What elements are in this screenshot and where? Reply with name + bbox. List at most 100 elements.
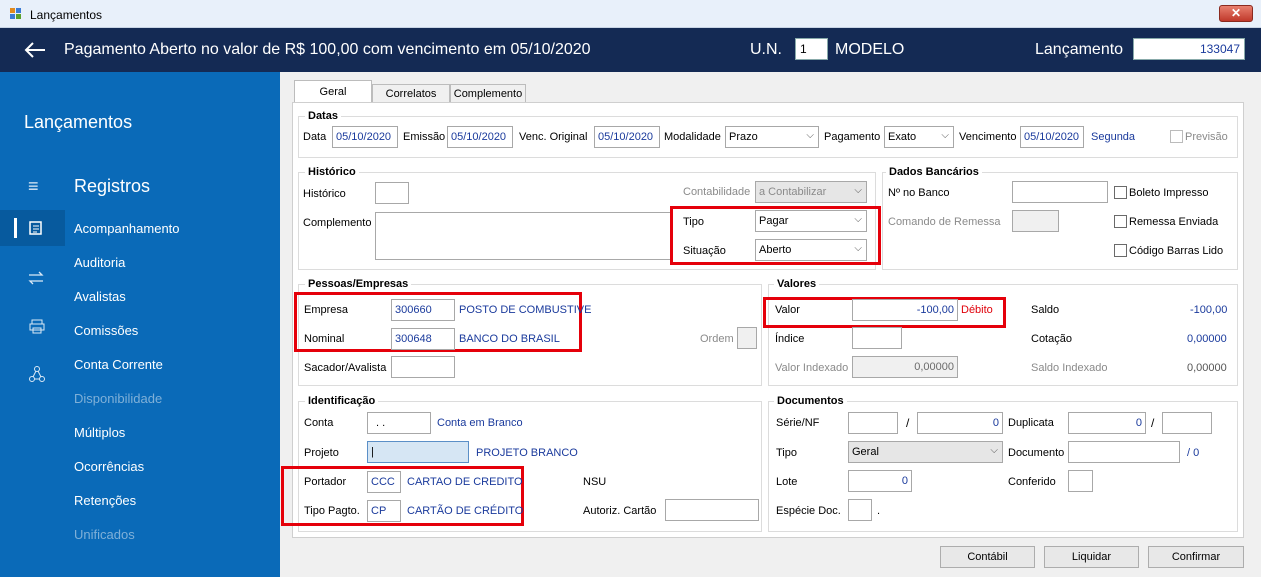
boleto-label: Boleto Impresso (1129, 187, 1209, 199)
duplicata-label: Duplicata (1008, 417, 1054, 429)
boleto-checkbox[interactable] (1114, 186, 1127, 199)
sacador-label: Sacador/Avalista (304, 362, 387, 374)
group-pessoas-title: Pessoas/Empresas (305, 278, 412, 290)
duplicata2-field[interactable] (1162, 412, 1212, 434)
valor-field[interactable]: -100,00 (852, 299, 958, 321)
ordem-field (737, 327, 757, 349)
document-icon (29, 221, 42, 235)
saldo-indexado-value: 0,00000 (1187, 362, 1227, 374)
data-field[interactable]: 05/10/2020 (332, 126, 398, 148)
comando-label: Comando de Remessa (888, 216, 1001, 228)
un-field[interactable]: 1 (795, 38, 828, 60)
valor-label: Valor (775, 304, 800, 316)
autoriz-field[interactable] (665, 499, 759, 521)
codigo-label: Código Barras Lido (1129, 245, 1224, 257)
especie-dot: . (877, 505, 881, 517)
autoriz-label: Autoriz. Cartão (583, 505, 657, 517)
tipo-value: Pagar (759, 215, 789, 227)
chevron-down-icon: ⌵ (806, 130, 814, 141)
confirmar-button[interactable]: Confirmar (1148, 546, 1244, 568)
conta-field[interactable]: . . (367, 412, 431, 434)
pagamento-value: Exato (888, 131, 917, 143)
situacao-select[interactable]: Aberto ⌵ (755, 239, 867, 261)
remessa-checkbox[interactable] (1114, 215, 1127, 228)
serie-label: Série/NF (776, 417, 820, 429)
empresa-code-field[interactable]: 300660 (391, 299, 455, 321)
group-valores-title: Valores (774, 278, 820, 290)
complemento-label: Complemento (303, 217, 372, 229)
sidebar-item-conta-corrente[interactable]: Conta Corrente (74, 357, 163, 372)
chevron-down-icon: ⌵ (990, 445, 998, 456)
modalidade-select[interactable]: Prazo ⌵ (725, 126, 819, 148)
sidebar-item-multiplos[interactable]: Múltiplos (74, 425, 125, 440)
window-close-button[interactable]: ✕ (1219, 5, 1253, 22)
especie-field[interactable] (848, 499, 872, 521)
sidebar-item-auditoria[interactable]: Auditoria (74, 255, 125, 270)
codigo-checkbox[interactable] (1114, 244, 1127, 257)
tipo-pagto-field[interactable]: CP (367, 500, 401, 522)
valor-tipo: Débito (961, 304, 993, 316)
back-arrow-icon[interactable] (24, 41, 46, 59)
ordem-label: Ordem (700, 333, 734, 345)
tab-complemento[interactable]: Complemento (450, 84, 526, 104)
duplicata-field[interactable]: 0 (1068, 412, 1146, 434)
indice-field[interactable] (852, 327, 902, 349)
situacao-value: Aberto (759, 244, 792, 256)
modalidade-label: Modalidade (664, 131, 721, 143)
sidebar-item-acompanhamento[interactable]: Acompanhamento (74, 221, 180, 236)
lancamento-field[interactable]: 133047 (1133, 38, 1245, 60)
sidebar-item-comissoes[interactable]: Comissões (74, 323, 138, 338)
tipo-select[interactable]: Pagar ⌵ (755, 210, 867, 232)
nominal-name: BANCO DO BRASIL (459, 333, 560, 345)
saldo-value: -100,00 (1190, 304, 1228, 316)
conferido-field[interactable] (1068, 470, 1093, 492)
menu-icon[interactable]: ≡ (28, 176, 39, 197)
nro-banco-field[interactable] (1012, 181, 1108, 203)
chevron-down-icon: ⌵ (941, 130, 949, 141)
chevron-down-icon: ⌵ (854, 214, 862, 225)
nominal-label: Nominal (304, 333, 345, 345)
doc-tipo-select[interactable]: Geral ⌵ (848, 441, 1003, 463)
remessa-label: Remessa Enviada (1129, 216, 1219, 228)
sidebar-item-disponibilidade: Disponibilidade (74, 391, 163, 406)
nominal-code-field[interactable]: 300648 (391, 328, 455, 350)
complemento-textarea[interactable] (375, 212, 673, 260)
conferido-label: Conferido (1008, 476, 1056, 488)
sacador-field[interactable] (391, 356, 455, 378)
liquidar-button[interactable]: Liquidar (1044, 546, 1139, 568)
comando-field (1012, 210, 1059, 232)
documento-label: Documento (1008, 447, 1065, 459)
historico-label: Histórico (303, 188, 346, 200)
projeto-field[interactable]: | (367, 441, 469, 463)
printer-icon (29, 319, 45, 334)
highlight-portador-tipo (281, 466, 524, 526)
previsao-checkbox[interactable] (1170, 130, 1183, 143)
contabilidade-value: a Contabilizar (759, 186, 827, 198)
sidebar-title: Lançamentos (24, 112, 133, 132)
tab-geral[interactable]: Geral (294, 80, 372, 104)
sidebar-item-retencoes[interactable]: Retenções (74, 493, 136, 508)
portador-field[interactable]: CCC (367, 471, 401, 493)
emissao-field[interactable]: 05/10/2020 (447, 126, 513, 148)
tab-correlatos[interactable]: Correlatos (372, 84, 450, 104)
group-documentos-title: Documentos (774, 395, 847, 407)
portador-desc: CARTAO DE CREDITO (407, 476, 523, 488)
historico-field[interactable] (375, 182, 409, 204)
lote-field[interactable]: 0 (848, 470, 912, 492)
valor-indexado-field: 0,00000 (852, 356, 958, 378)
sidebar-item-unificados: Unificados (74, 527, 135, 542)
pagamento-select[interactable]: Exato ⌵ (884, 126, 954, 148)
contabil-button[interactable]: Contábil (940, 546, 1035, 568)
vencimento-field[interactable]: 05/10/2020 (1020, 126, 1084, 148)
duplicata-slash: / (1151, 416, 1155, 430)
documento-field[interactable] (1068, 441, 1180, 463)
modalidade-value: Prazo (729, 131, 758, 143)
projeto-desc: PROJETO BRANCO (476, 447, 578, 459)
serie-field[interactable] (848, 412, 898, 434)
contabilidade-label: Contabilidade (683, 186, 751, 198)
app-icon (10, 8, 21, 19)
sidebar-item-ocorrencias[interactable]: Ocorrências (74, 459, 144, 474)
nf-field[interactable]: 0 (917, 412, 1003, 434)
sidebar-item-avalistas[interactable]: Avalistas (74, 289, 126, 304)
venc-original-field[interactable]: 05/10/2020 (594, 126, 660, 148)
